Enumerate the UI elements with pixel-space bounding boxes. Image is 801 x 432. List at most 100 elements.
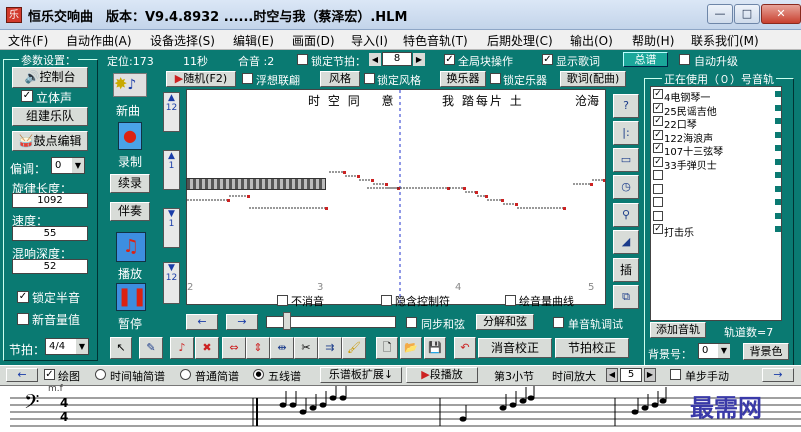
track-level-indicator[interactable]: [775, 226, 781, 232]
single-step-checkbox[interactable]: [670, 369, 681, 380]
track-row[interactable]: ✓ 122海浪声: [653, 129, 781, 145]
menu-post[interactable]: 后期处理(C): [487, 32, 553, 49]
lock-style-checkbox[interactable]: [364, 73, 375, 84]
track-level-indicator[interactable]: [775, 131, 781, 138]
pointer-icon[interactable]: ↖: [110, 337, 132, 359]
track-list[interactable]: ✓ 4电钢琴一 ✓ 25民谣吉他 ✓ 22口琴 ✓ 122海浪声 ✓ 107十三弦琴 ✓ 33手弹贝士…: [650, 86, 782, 321]
lyrics-compose-button[interactable]: 歌词(配曲): [560, 71, 626, 87]
eraser-icon[interactable]: ✖: [195, 337, 219, 359]
bar-line-icon[interactable]: |:: [613, 121, 639, 145]
track-checkbox[interactable]: [653, 197, 663, 207]
new-file-icon[interactable]: 🗋: [376, 337, 398, 359]
track-row[interactable]: [653, 170, 781, 182]
full-score-button[interactable]: 总谱: [623, 52, 668, 67]
track-level-indicator[interactable]: [775, 158, 781, 165]
staff-notation-radio[interactable]: ●: [253, 369, 264, 380]
arrows-horizontal-icon[interactable]: ⇔: [222, 337, 246, 359]
track-row[interactable]: ✓ 33手弹贝士: [653, 156, 781, 172]
reverb-spinner[interactable]: 52: [12, 259, 88, 274]
chevron-down-icon[interactable]: ▼: [718, 344, 730, 358]
volume-curve-checkbox[interactable]: [505, 295, 516, 306]
scroll-up-12-button[interactable]: ▲ 12: [163, 92, 180, 132]
continue-record-button[interactable]: 续录: [110, 174, 150, 193]
zoom-spinner[interactable]: 5: [620, 368, 642, 382]
stereo-checkbox[interactable]: ✓: [21, 90, 33, 102]
beat-number-spinner[interactable]: 8: [382, 52, 412, 66]
track-checkbox[interactable]: ✓: [653, 224, 663, 234]
scroll-up-1-button[interactable]: ▲ 1: [163, 150, 180, 190]
staff-view[interactable]: 𝄢 4 4 m.f 最需网: [0, 384, 801, 432]
zoom-slider-thumb[interactable]: [283, 312, 291, 330]
time-axis-radio[interactable]: [95, 369, 106, 380]
menu-help[interactable]: 帮助(H): [632, 32, 674, 49]
track-row[interactable]: ✓ 22口琴: [653, 116, 781, 131]
add-track-button[interactable]: 添加音轨: [650, 322, 706, 338]
no-sustain-checkbox[interactable]: [277, 295, 288, 306]
scroll-left-button[interactable]: ←: [186, 314, 218, 330]
arrow-left-icon[interactable]: ◀: [369, 53, 381, 66]
normal-notation-radio[interactable]: [180, 369, 191, 380]
track-checkbox[interactable]: ✓: [653, 89, 663, 99]
change-instrument-button[interactable]: 换乐器: [440, 71, 486, 87]
sync-chord-checkbox[interactable]: [406, 317, 417, 328]
auto-upgrade-checkbox[interactable]: [679, 54, 690, 65]
open-folder-icon[interactable]: 📂: [400, 337, 422, 359]
single-track-debug-checkbox[interactable]: [553, 317, 564, 328]
new-volume-checkbox[interactable]: [17, 313, 29, 325]
staff-scroll-left-button[interactable]: ←: [6, 368, 38, 382]
menu-output[interactable]: 输出(O): [570, 32, 613, 49]
insert-button[interactable]: 插: [613, 258, 639, 282]
track-row[interactable]: ✓ 107十三弦琴: [653, 143, 781, 158]
track-level-indicator[interactable]: [775, 118, 781, 124]
track-checkbox[interactable]: [653, 170, 663, 180]
scissors-icon[interactable]: ✂: [294, 337, 318, 359]
track-row[interactable]: ✓ 4电钢琴一: [653, 89, 781, 104]
global-block-checkbox[interactable]: ✓: [444, 54, 455, 65]
volume-correct-button[interactable]: 消音校正: [478, 338, 552, 358]
track-checkbox[interactable]: ✓: [653, 156, 663, 167]
lock-beat-checkbox[interactable]: [297, 54, 308, 65]
close-button[interactable]: ✕: [761, 4, 801, 24]
track-level-indicator[interactable]: [775, 172, 781, 178]
drum-edit-button[interactable]: 🥁鼓点编辑: [12, 131, 88, 151]
menu-edit[interactable]: 编辑(E): [233, 32, 274, 49]
merge-icon[interactable]: ⇉: [318, 337, 342, 359]
arrow-left-icon[interactable]: ◀: [606, 368, 618, 382]
float-checkbox[interactable]: [242, 73, 253, 84]
track-checkbox[interactable]: ✓: [653, 129, 663, 140]
control-panel-button[interactable]: 🔊控制台: [12, 67, 88, 88]
track-checkbox[interactable]: [653, 210, 663, 221]
random-button[interactable]: ▶随机(F2): [166, 71, 236, 87]
copy-icon[interactable]: ⧉: [613, 285, 639, 309]
expand-score-button[interactable]: 乐谱板扩展↓: [320, 367, 402, 383]
track-row[interactable]: ✓ 25民谣吉他: [653, 102, 781, 118]
hidden-control-checkbox[interactable]: [381, 295, 392, 306]
split-chord-button[interactable]: 分解和弦: [476, 314, 534, 330]
scroll-right-button[interactable]: →: [226, 314, 258, 330]
track-row[interactable]: [653, 210, 781, 223]
clock-icon[interactable]: ◷: [613, 175, 639, 199]
brush-icon[interactable]: 🖌: [342, 337, 366, 359]
pencil-icon[interactable]: ✎: [139, 337, 163, 359]
lock-semitone-checkbox[interactable]: ✓: [17, 291, 29, 303]
play-icon[interactable]: ♫: [116, 232, 146, 262]
undo-icon[interactable]: ↶: [454, 337, 476, 359]
new-song-icon[interactable]: ✸♪: [113, 73, 147, 97]
pause-icon[interactable]: ❚❚: [116, 283, 147, 311]
arrow-right-icon[interactable]: ▶: [644, 368, 656, 382]
arrow-right-icon[interactable]: ▶: [413, 53, 425, 66]
save-icon[interactable]: 💾: [424, 337, 446, 359]
record-icon[interactable]: ●: [118, 122, 142, 150]
note-icon[interactable]: ♪: [170, 337, 194, 359]
track-checkbox[interactable]: ✓: [653, 143, 663, 153]
menu-auto-compose[interactable]: 自动作曲(A): [66, 32, 132, 49]
accompany-button[interactable]: 伴奏: [110, 202, 150, 221]
arrows-vertical-icon[interactable]: ⇕: [246, 337, 270, 359]
speed-spinner[interactable]: 55: [12, 226, 88, 241]
chevron-down-icon[interactable]: ▼: [72, 158, 84, 173]
menu-view[interactable]: 画面(D): [292, 32, 335, 49]
menu-special-track[interactable]: 特色音轨(T): [403, 32, 468, 49]
scroll-down-12-button[interactable]: ▼ 12: [163, 262, 180, 304]
maximize-button[interactable]: □: [734, 4, 760, 24]
chevron-down-icon[interactable]: ▼: [76, 339, 88, 354]
